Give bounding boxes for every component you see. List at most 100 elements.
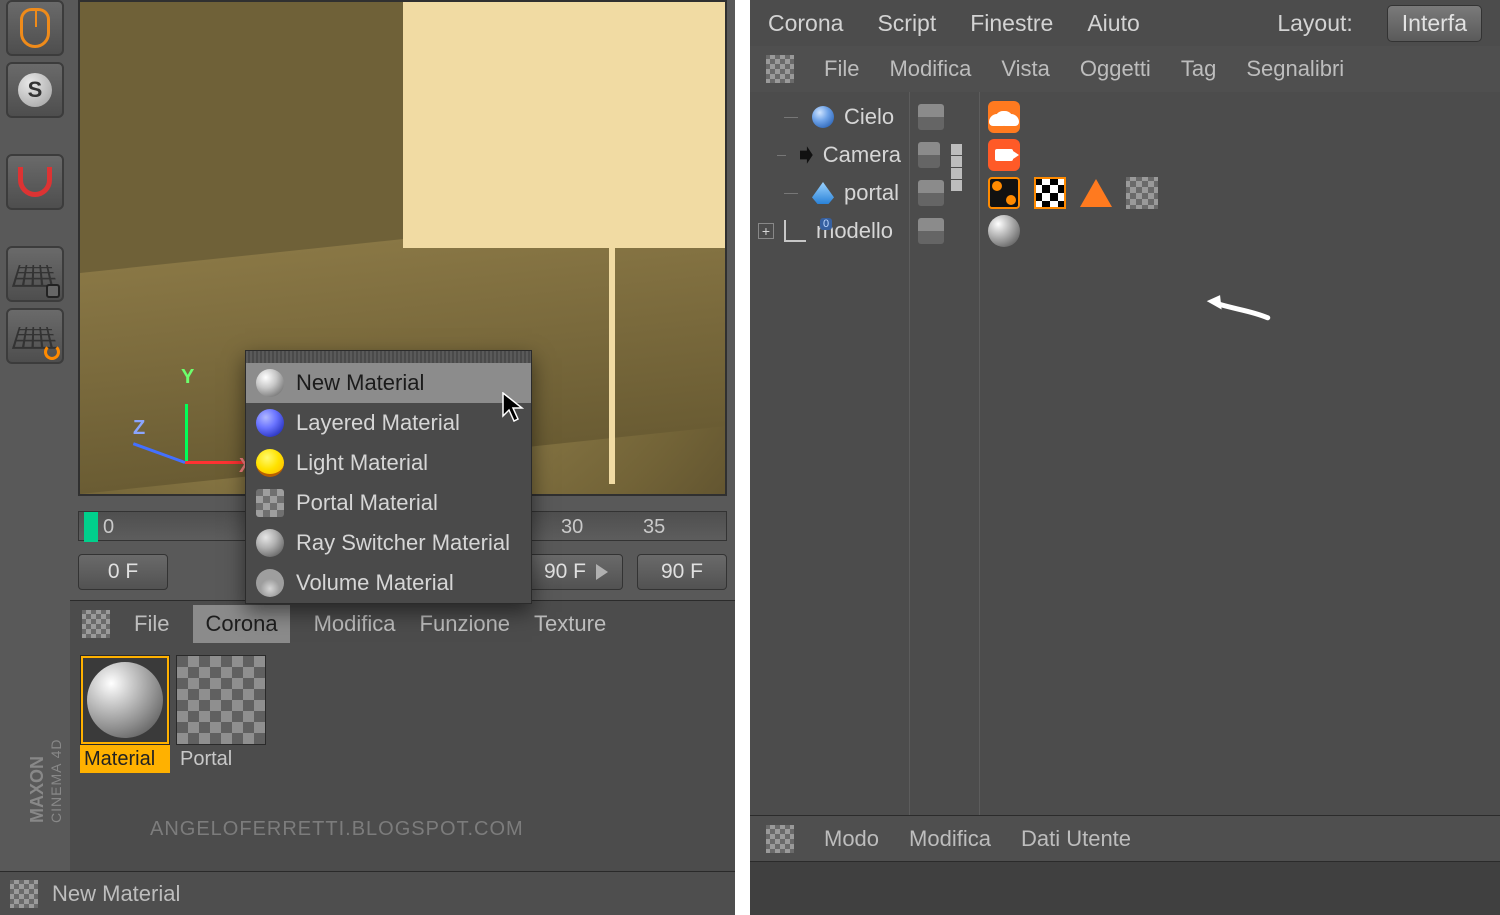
object-name: Camera <box>823 142 901 168</box>
sphere-tool-button[interactable]: S <box>6 62 64 118</box>
menu-modifica[interactable]: Modifica <box>314 611 396 637</box>
menu-item-portal-material[interactable]: Portal Material <box>246 483 531 523</box>
timeline-start-field[interactable]: 0 F <box>78 554 168 590</box>
object-name: portal <box>844 180 899 206</box>
menu-dati-utente[interactable]: Dati Utente <box>1021 826 1131 852</box>
object-name-column: Cielo Camera portal + 0 modello <box>750 92 910 815</box>
menu-modo[interactable]: Modo <box>824 826 879 852</box>
menu-segnalibri[interactable]: Segnalibri <box>1246 56 1344 82</box>
workplane-cycle-button[interactable] <box>6 308 64 364</box>
compositing-tag-icon[interactable] <box>988 177 1020 209</box>
attribute-manager-menu: Modo Modifica Dati Utente <box>750 815 1500 861</box>
magnet-icon <box>18 167 52 197</box>
display-tag-icon[interactable] <box>1080 179 1112 207</box>
menu-funzione[interactable]: Funzione <box>420 611 511 637</box>
menu-item-label: Light Material <box>296 450 428 476</box>
object-row-modello[interactable]: + 0 modello <box>750 212 909 250</box>
material-manager-menu: File Corona Modifica Funzione Texture <box>70 601 735 647</box>
camera-viewport-toggle[interactable] <box>950 143 971 167</box>
options-icon[interactable] <box>10 880 38 908</box>
material-thumbnail[interactable] <box>80 655 170 745</box>
workplane-lock-button[interactable] <box>6 246 64 302</box>
menu-item-label: Layered Material <box>296 410 460 436</box>
menu-file[interactable]: File <box>134 611 169 637</box>
lock-icon <box>46 284 60 298</box>
object-manager: Cielo Camera portal + 0 modello <box>750 92 1500 815</box>
menu-item-label: Volume Material <box>296 570 454 596</box>
material-label[interactable]: Material <box>80 745 170 773</box>
texture-tag-transparent-icon[interactable] <box>1126 177 1158 209</box>
timeline-tick: 35 <box>643 516 665 539</box>
left-panel: S Y X Z <box>0 0 735 915</box>
viewport-geometry <box>609 238 615 484</box>
material-list: Material Portal <box>70 647 735 781</box>
viewport-geometry <box>403 2 728 248</box>
visibility-toggle[interactable] <box>918 180 944 206</box>
visibility-toggle[interactable] <box>918 218 944 244</box>
menu-oggetti[interactable]: Oggetti <box>1080 56 1151 82</box>
menu-item-label: Ray Switcher Material <box>296 530 510 556</box>
object-row-cielo[interactable]: Cielo <box>750 98 909 136</box>
mouse-tool-button[interactable] <box>6 0 64 56</box>
menu-corona[interactable]: Corona <box>768 10 843 37</box>
camera-object-icon <box>800 144 813 166</box>
object-visibility-column <box>910 92 980 815</box>
visibility-toggle[interactable] <box>918 142 940 168</box>
object-tags-column <box>980 92 1500 815</box>
object-row-portal[interactable]: portal <box>750 174 909 212</box>
menu-modifica[interactable]: Modifica <box>909 826 991 852</box>
object-row-camera[interactable]: Camera <box>750 136 909 174</box>
options-icon[interactable] <box>766 825 794 853</box>
corona-sky-tag-icon[interactable] <box>988 101 1020 133</box>
timeline-playhead[interactable] <box>84 512 98 542</box>
light-material-icon <box>256 449 284 477</box>
portal-material-icon <box>256 489 284 517</box>
ray-switcher-material-icon <box>256 529 284 557</box>
material-tag-icon[interactable] <box>988 215 1020 247</box>
visibility-toggle[interactable] <box>918 104 944 130</box>
timeline-end-field[interactable]: 90 F <box>637 554 727 590</box>
new-material-icon <box>256 369 284 397</box>
menu-item-ray-switcher-material[interactable]: Ray Switcher Material <box>246 523 531 563</box>
layout-dropdown[interactable]: Interfa <box>1387 5 1482 42</box>
app-top-menu: Corona Script Finestre Aiuto Layout: Int… <box>750 0 1500 46</box>
material-slot-portal[interactable]: Portal <box>176 655 266 773</box>
menu-script[interactable]: Script <box>877 10 936 37</box>
s-icon: S <box>18 73 52 107</box>
axis-y-label: Y <box>181 366 194 389</box>
play-icon <box>596 564 608 580</box>
sphere-icon <box>87 662 163 738</box>
snap-tool-button[interactable] <box>6 154 64 210</box>
corona-camera-tag-icon[interactable] <box>988 139 1020 171</box>
axis-z-label: Z <box>133 417 145 440</box>
polygon-object-icon <box>812 182 834 204</box>
options-icon[interactable] <box>82 610 110 638</box>
menu-corona[interactable]: Corona <box>193 605 289 643</box>
menu-item-light-material[interactable]: Light Material <box>246 443 531 483</box>
material-slot-material[interactable]: Material <box>80 655 170 773</box>
object-manager-menu: File Modifica Vista Oggetti Tag Segnalib… <box>750 46 1500 92</box>
expand-toggle[interactable]: + <box>758 223 774 239</box>
menu-file[interactable]: File <box>824 56 859 82</box>
menu-item-volume-material[interactable]: Volume Material <box>246 563 531 603</box>
menu-modifica[interactable]: Modifica <box>889 56 971 82</box>
menu-finestre[interactable]: Finestre <box>970 10 1053 37</box>
menu-item-label: New Material <box>296 370 424 396</box>
material-label[interactable]: Portal <box>176 745 266 773</box>
menu-grip[interactable] <box>246 351 531 363</box>
texture-tag-icon[interactable] <box>1034 177 1066 209</box>
menu-item-new-material[interactable]: New Material <box>246 363 531 403</box>
menu-vista[interactable]: Vista <box>1001 56 1050 82</box>
brand-label: MAXONCINEMA 4D <box>27 739 64 823</box>
menu-item-layered-material[interactable]: Layered Material <box>246 403 531 443</box>
menu-texture[interactable]: Texture <box>534 611 606 637</box>
options-icon[interactable] <box>766 55 794 83</box>
layout-label: Layout: <box>1277 10 1352 37</box>
right-panel: Corona Script Finestre Aiuto Layout: Int… <box>750 0 1500 915</box>
menu-aiuto[interactable]: Aiuto <box>1087 10 1139 37</box>
menu-item-label: Portal Material <box>296 490 438 516</box>
timeline-tick: 30 <box>561 516 583 539</box>
material-thumbnail[interactable] <box>176 655 266 745</box>
menu-tag[interactable]: Tag <box>1181 56 1216 82</box>
null-object-icon: 0 <box>784 220 806 242</box>
